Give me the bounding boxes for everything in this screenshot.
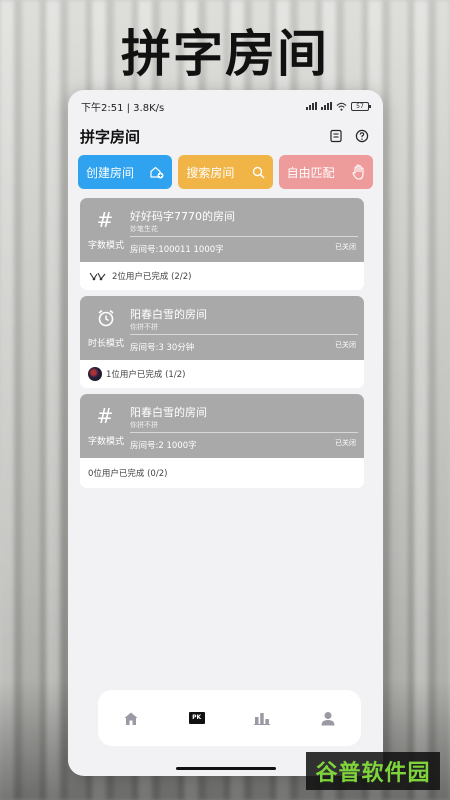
room-card[interactable]: # 字数模式 好好码字7770的房间 妙笔生花 房间号:100011 1000字… bbox=[80, 198, 364, 290]
room-info: 房间号:100011 1000字 bbox=[130, 245, 224, 255]
status-icons: 57 bbox=[306, 101, 371, 111]
home-indicator[interactable] bbox=[176, 767, 276, 770]
alarm-clock-icon bbox=[98, 309, 114, 327]
app-title: 拼字房间 bbox=[80, 127, 141, 146]
room-completion: 2位用户已完成 (2/2) bbox=[112, 272, 192, 282]
hash-icon: # bbox=[96, 404, 114, 428]
room-completion-row: 2位用户已完成 (2/2) bbox=[80, 262, 364, 290]
handshake-icon bbox=[89, 272, 106, 281]
profile-icon bbox=[321, 711, 335, 725]
search-room-label: 搜索房间 bbox=[186, 165, 235, 180]
home-icon bbox=[124, 712, 138, 725]
room-status: 已关闭 bbox=[335, 439, 356, 447]
room-card-header: # 字数模式 好好码字7770的房间 妙笔生花 房间号:100011 1000字… bbox=[80, 198, 364, 262]
room-completion: 1位用户已完成 (1/2) bbox=[106, 370, 186, 380]
room-completion-row: 1位用户已完成 (1/2) bbox=[80, 360, 364, 388]
divider bbox=[130, 432, 358, 433]
tab-home[interactable] bbox=[121, 708, 141, 728]
avatar bbox=[88, 367, 102, 381]
room-card-header: 时长模式 阳春白雪的房间 你拼不拼 房间号:3 30分钟 已关闭 bbox=[80, 296, 364, 360]
search-icon bbox=[252, 166, 265, 179]
house-plus-icon bbox=[150, 166, 164, 179]
room-completion: 0位用户已完成 (0/2) bbox=[88, 469, 168, 479]
wifi-icon bbox=[336, 102, 347, 111]
create-room-label: 创建房间 bbox=[86, 165, 135, 180]
tab-pk[interactable]: PK bbox=[187, 708, 207, 728]
room-mode: 字数模式 bbox=[87, 241, 124, 251]
status-bar: 下午2:51 | 3.8K/s 57 bbox=[68, 90, 383, 122]
divider bbox=[130, 334, 358, 335]
search-room-button[interactable]: 搜索房间 bbox=[178, 155, 273, 189]
room-name: 阳春白雪的房间 bbox=[130, 308, 207, 321]
bottom-tab-bar: PK bbox=[98, 690, 361, 746]
create-room-button[interactable]: 创建房间 bbox=[78, 155, 173, 189]
battery-icon: 57 bbox=[351, 101, 371, 111]
ranking-icon bbox=[254, 713, 271, 725]
room-status: 已关闭 bbox=[335, 243, 356, 251]
room-status: 已关闭 bbox=[335, 341, 356, 349]
room-mode: 字数模式 bbox=[87, 437, 124, 447]
room-card-header: # 字数模式 阳春白雪的房间 你拼不拼 房间号:2 1000字 已关闭 bbox=[80, 394, 364, 458]
action-buttons: 创建房间 搜索房间 自由匹配 bbox=[78, 155, 373, 189]
tab-ranking[interactable] bbox=[252, 708, 272, 728]
room-info: 房间号:2 1000字 bbox=[130, 441, 197, 451]
hash-icon: # bbox=[96, 208, 114, 232]
room-subtitle: 你拼不拼 bbox=[130, 421, 158, 429]
room-mode: 时长模式 bbox=[87, 339, 124, 349]
room-subtitle: 妙笔生花 bbox=[130, 225, 158, 233]
room-card[interactable]: # 字数模式 阳春白雪的房间 你拼不拼 房间号:2 1000字 已关闭 0位用户… bbox=[80, 394, 364, 488]
free-match-label: 自由匹配 bbox=[286, 165, 335, 180]
room-completion-row: 0位用户已完成 (0/2) bbox=[80, 458, 364, 488]
divider bbox=[130, 236, 358, 237]
signal-icon bbox=[306, 102, 317, 110]
list-icon[interactable] bbox=[329, 129, 343, 143]
pk-icon: PK bbox=[188, 712, 205, 724]
help-icon[interactable] bbox=[355, 129, 369, 143]
hand-icon bbox=[352, 164, 364, 180]
tab-profile[interactable] bbox=[318, 708, 338, 728]
app-header: 拼字房间 bbox=[80, 124, 369, 148]
room-card[interactable]: 时长模式 阳春白雪的房间 你拼不拼 房间号:3 30分钟 已关闭 1位用户已完成… bbox=[80, 296, 364, 388]
site-watermark: 谷普软件园 bbox=[306, 752, 440, 790]
room-info: 房间号:3 30分钟 bbox=[130, 343, 195, 353]
room-name: 好好码字7770的房间 bbox=[130, 210, 235, 223]
room-name: 阳春白雪的房间 bbox=[130, 406, 207, 419]
header-actions bbox=[329, 129, 369, 143]
phone-screen: 下午2:51 | 3.8K/s 57 拼字房间 创建房间 搜索房间 自由匹配 #… bbox=[68, 90, 383, 776]
room-subtitle: 你拼不拼 bbox=[130, 323, 158, 331]
signal-icon bbox=[321, 102, 332, 110]
promo-headline: 拼字房间 bbox=[121, 25, 329, 83]
free-match-button[interactable]: 自由匹配 bbox=[278, 155, 373, 189]
status-time-speed: 下午2:51 | 3.8K/s bbox=[81, 102, 165, 114]
